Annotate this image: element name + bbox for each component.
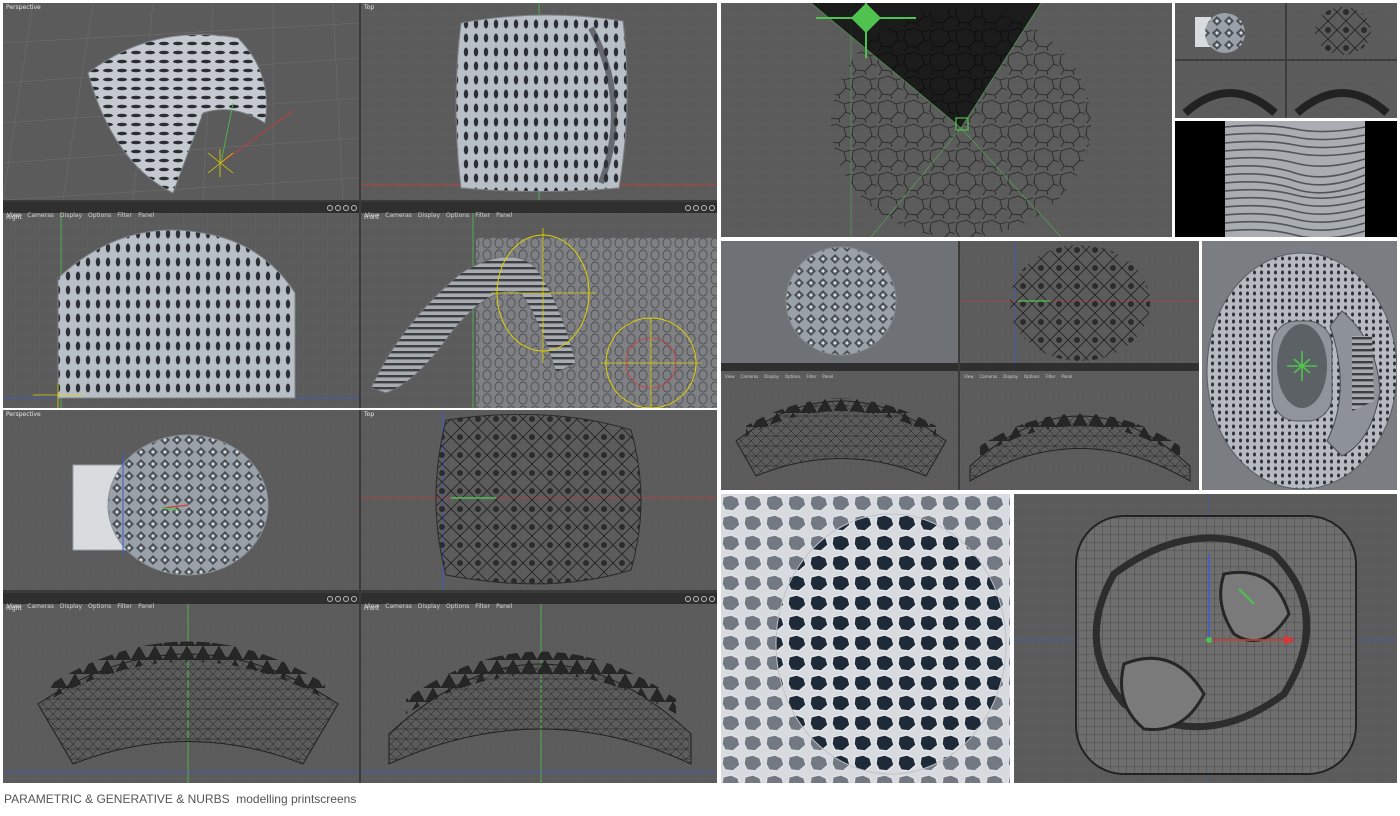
viewport-menu-bar: View Cameras Display Options Filter Panel (960, 363, 1199, 379)
viewport-top[interactable]: Top (361, 410, 717, 590)
maximize-icon[interactable] (351, 595, 357, 602)
viewport-panel-b: Perspective Top View Cameras Display Option… (3, 410, 717, 783)
perforated-dome-render[interactable] (1202, 241, 1397, 490)
menu-panel[interactable]: Panel (493, 210, 515, 221)
menu-view[interactable]: View (960, 373, 977, 381)
mini-quad-view[interactable] (1175, 3, 1397, 118)
menu-filter[interactable]: Filter (114, 601, 135, 612)
zoom-icon[interactable] (343, 595, 349, 602)
menu-view[interactable]: View (3, 210, 24, 221)
viewport-right[interactable]: Right (3, 604, 359, 783)
menu-panel[interactable]: Panel (493, 601, 515, 612)
zoom-icon[interactable] (343, 204, 349, 211)
menu-display[interactable]: Display (1000, 373, 1021, 381)
menu-filter[interactable]: Filter (472, 601, 493, 612)
viewport-label: Perspective (6, 4, 41, 11)
viewport-label: Top (364, 4, 375, 11)
menu-panel[interactable]: Panel (1058, 373, 1075, 381)
viewport-front[interactable]: Front (361, 213, 717, 408)
viewport-perspective[interactable]: Perspective (3, 410, 359, 590)
menu-options[interactable]: Options (443, 601, 472, 612)
move-arrows-icon[interactable] (685, 204, 691, 211)
viewport-menu-bar: View Cameras Display Options Filter Panel (721, 363, 958, 379)
menu-cameras[interactable]: Cameras (24, 210, 57, 221)
menu-view[interactable]: View (361, 210, 382, 221)
voronoi-shell-render[interactable] (721, 494, 1010, 783)
menu-view[interactable]: View (721, 373, 738, 381)
menu-panel[interactable]: Panel (135, 601, 157, 612)
maximize-icon[interactable] (709, 204, 715, 211)
viewport-right[interactable]: Right (3, 213, 359, 408)
down-arrow-icon[interactable] (693, 204, 699, 211)
menu-display[interactable]: Display (57, 601, 85, 612)
maximize-icon[interactable] (709, 595, 715, 602)
viewport-label: Top (364, 411, 375, 418)
down-arrow-icon[interactable] (335, 204, 341, 211)
viewport-render[interactable] (721, 241, 958, 363)
viewport-perspective[interactable]: Perspective (3, 3, 359, 200)
menu-filter[interactable]: Filter (472, 210, 493, 221)
viewport-panel-f: View Cameras Display Options Filter Panel Vie… (721, 241, 1199, 490)
viewport-right[interactable] (721, 371, 958, 490)
zoom-icon[interactable] (701, 204, 707, 211)
menu-cameras[interactable]: Cameras (977, 373, 1001, 381)
menu-filter[interactable]: Filter (1042, 373, 1058, 381)
viewport-menu-bar: View Cameras Display Options Filter Panel (3, 593, 359, 610)
menu-cameras[interactable]: Cameras (24, 601, 57, 612)
menu-filter[interactable]: Filter (114, 210, 135, 221)
menu-cameras[interactable]: Cameras (382, 601, 415, 612)
menu-options[interactable]: Options (85, 210, 114, 221)
down-arrow-icon[interactable] (335, 595, 341, 602)
nurbs-wireframe-view[interactable] (1014, 494, 1397, 783)
menu-display[interactable]: Display (761, 373, 782, 381)
viewport-top[interactable]: Top (361, 3, 717, 200)
menu-display[interactable]: Display (415, 601, 443, 612)
menu-filter[interactable]: Filter (803, 373, 819, 381)
viewport-menu-bar: View Cameras Display Options Filter Panel (3, 202, 359, 219)
menu-display[interactable]: Display (57, 210, 85, 221)
viewport-front[interactable]: Front (361, 604, 717, 783)
menu-cameras[interactable]: Cameras (738, 373, 762, 381)
maximize-icon[interactable] (351, 204, 357, 211)
menu-options[interactable]: Options (443, 210, 472, 221)
down-arrow-icon[interactable] (693, 595, 699, 602)
viewport-menu-bar: View Cameras Display Options Filter Panel (361, 593, 717, 610)
viewport-menu-bar: View Cameras Display Options Filter Panel (361, 202, 717, 219)
menu-cameras[interactable]: Cameras (382, 210, 415, 221)
menu-view[interactable]: View (3, 601, 24, 612)
wave-render[interactable] (1175, 121, 1397, 237)
viewport-front[interactable] (960, 371, 1199, 490)
viewport-top[interactable] (960, 241, 1199, 363)
viewport-panel-a: Perspective Top View Cameras Display Option… (3, 3, 717, 408)
zoom-icon[interactable] (701, 595, 707, 602)
menu-options[interactable]: Options (782, 373, 803, 381)
menu-options[interactable]: Options (1021, 373, 1042, 381)
menu-display[interactable]: Display (415, 210, 443, 221)
page-caption: PARAMETRIC & GENERATIVE & NURBS modellin… (4, 792, 357, 806)
viewport-label: Perspective (6, 411, 41, 418)
menu-options[interactable]: Options (85, 601, 114, 612)
move-arrows-icon[interactable] (327, 204, 333, 211)
menu-view[interactable]: View (361, 601, 382, 612)
menu-panel[interactable]: Panel (135, 210, 157, 221)
voronoi-top-view[interactable] (721, 3, 1172, 237)
move-arrows-icon[interactable] (327, 595, 333, 602)
move-arrows-icon[interactable] (685, 595, 691, 602)
menu-panel[interactable]: Panel (819, 373, 836, 381)
